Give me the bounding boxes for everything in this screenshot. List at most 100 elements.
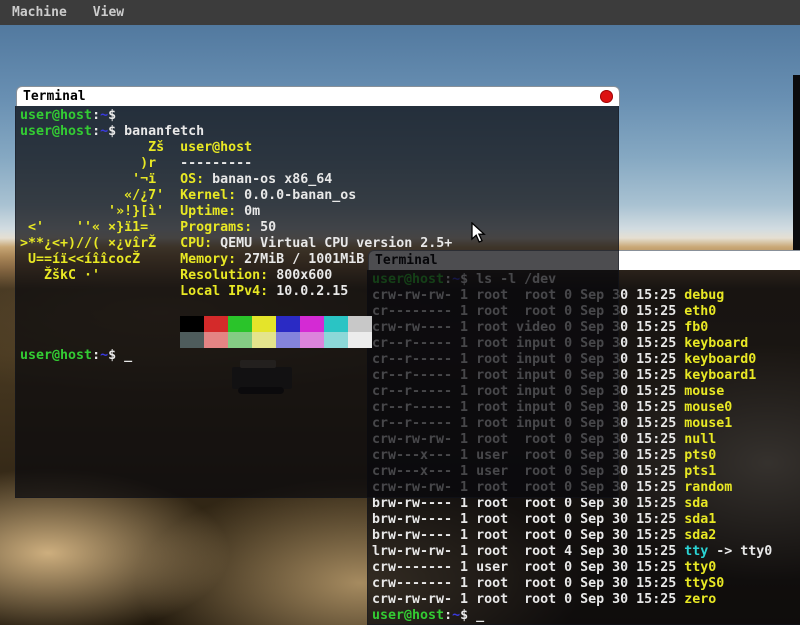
fetch-value: 50 [260, 220, 276, 235]
color-swatch [228, 316, 252, 332]
close-button[interactable] [600, 90, 613, 103]
color-swatch [228, 332, 252, 348]
blank-line [20, 300, 618, 316]
mouse-pointer-icon [471, 222, 487, 245]
color-swatch [324, 332, 348, 348]
prompt-user: user@host [372, 608, 444, 623]
device-name: ttyS0 [684, 576, 724, 591]
prompt-symbol: $ [108, 348, 124, 363]
device-attrs: brw-rw---- 1 root root 0 Sep 30 15:25 [372, 512, 684, 527]
fetch-label: Programs: [180, 220, 260, 235]
fetch-value: 0.0.0-banan_os [244, 188, 356, 203]
fetch-art: '¬ï [20, 172, 180, 187]
fetch-label: CPU: [180, 236, 220, 251]
color-swatch [324, 316, 348, 332]
fetch-art: )r [20, 156, 180, 171]
palette-row [20, 332, 618, 348]
fetch-art: >**¿<+)//( ×¿vîrŽ [20, 236, 180, 251]
fetch-line: <' ''« ×}ï1= Programs: 50 [20, 220, 618, 236]
device-name: random [684, 480, 732, 495]
fetch-art: «/¿7' [20, 188, 180, 203]
fetch-art: U==íï<<íîîcocŽ [20, 252, 180, 267]
fetch-line: ŽškC ·' Resolution: 800x600 [20, 268, 618, 284]
prompt-line: user@host:~$ [20, 108, 618, 124]
text-cursor: _ [476, 608, 484, 623]
fetch-line: «/¿7' Kernel: 0.0.0-banan_os [20, 188, 618, 204]
terminal-window-1[interactable]: Terminal user@host:~$ user@host:~$ banan… [16, 86, 620, 498]
prompt-user: user@host [20, 348, 92, 363]
prompt-path: ~ [100, 124, 108, 139]
device-row: brw-rw---- 1 root root 0 Sep 30 15:25 sd… [372, 528, 800, 544]
prompt-separator: : [92, 124, 100, 139]
device-name: mouse0 [684, 400, 732, 415]
palette-indent [20, 332, 180, 347]
command-text: bananfetch [124, 124, 204, 139]
command-line: user@host:~$ bananfetch [20, 124, 618, 140]
device-name: mouse [684, 384, 724, 399]
device-name: sda1 [684, 512, 716, 527]
terminal1-content[interactable]: user@host:~$ user@host:~$ bananfetch Zš … [15, 106, 619, 498]
color-swatch [204, 316, 228, 332]
menu-item-view[interactable]: View [93, 5, 124, 20]
color-swatch [252, 332, 276, 348]
device-name: debug [684, 288, 724, 303]
vm-screen: Machine View Terminal user@host:~$ ls -l… [0, 0, 800, 625]
color-swatch [180, 332, 204, 348]
fetch-art: '»!}[ì' [20, 204, 180, 219]
fetch-value: QEMU Virtual CPU version 2.5+ [220, 236, 452, 251]
device-attrs: crw------- 1 root root 0 Sep 30 15:25 [372, 576, 684, 591]
menu-item-machine[interactable]: Machine [12, 5, 67, 20]
fetch-line: '¬ï OS: banan-os x86_64 [20, 172, 618, 188]
device-row: brw-rw---- 1 root root 0 Sep 30 15:25 sd… [372, 512, 800, 528]
fetch-line: )r --------- [20, 156, 618, 172]
device-name: fb0 [684, 320, 708, 335]
fetch-label: Uptime: [180, 204, 244, 219]
fetch-line: Zš user@host [20, 140, 618, 156]
prompt-path: ~ [100, 108, 108, 123]
color-swatch [252, 316, 276, 332]
wallpaper-edge-strip [793, 75, 800, 255]
fetch-value: 0m [244, 204, 260, 219]
prompt-symbol: $ [460, 608, 476, 623]
device-name: sda [684, 496, 708, 511]
color-swatch [276, 316, 300, 332]
fetch-art [20, 284, 180, 299]
device-row: brw-rw---- 1 root root 0 Sep 30 15:25 sd… [372, 496, 800, 512]
prompt-separator: : [444, 608, 452, 623]
fetch-label: OS: [180, 172, 212, 187]
prompt-line: user@host:~$ _ [372, 608, 800, 624]
color-swatch [204, 332, 228, 348]
prompt-symbol: $ [108, 124, 124, 139]
device-attrs: crw------- 1 user root 0 Sep 30 15:25 [372, 560, 684, 575]
menu-bar: Machine View [0, 0, 800, 25]
prompt-line: user@host:~$ _ [20, 348, 618, 364]
device-name: pts0 [684, 448, 716, 463]
device-name: sda2 [684, 528, 716, 543]
device-name: eth0 [684, 304, 716, 319]
device-attrs: brw-rw---- 1 root root 0 Sep 30 15:25 [372, 496, 684, 511]
device-row: crw------- 1 root root 0 Sep 30 15:25 tt… [372, 576, 800, 592]
prompt-user: user@host [20, 108, 92, 123]
color-swatch [180, 316, 204, 332]
fetch-label: user@host [180, 140, 252, 155]
fetch-line: U==íï<<íîîcocŽ Memory: 27MiB / 1001MiB [20, 252, 618, 268]
fetch-value: banan-os x86_64 [212, 172, 332, 187]
fetch-art: <' ''« ×}ï1= [20, 220, 180, 235]
palette-row [20, 316, 618, 332]
fetch-value: 27MiB / 1001MiB [244, 252, 364, 267]
fetch-line: >**¿<+)//( ×¿vîrŽ CPU: QEMU Virtual CPU … [20, 236, 618, 252]
terminal1-titlebar[interactable]: Terminal [16, 86, 620, 106]
prompt-symbol: $ [108, 108, 124, 123]
device-name: pts1 [684, 464, 716, 479]
fetch-line: '»!}[ì' Uptime: 0m [20, 204, 618, 220]
device-name: keyboard0 [684, 352, 756, 367]
fetch-value: 10.0.2.15 [276, 284, 348, 299]
link-target: -> tty0 [708, 544, 772, 559]
prompt-path: ~ [452, 608, 460, 623]
fetch-value: --------- [180, 156, 252, 171]
device-name: null [684, 432, 716, 447]
device-row: crw-rw-rw- 1 root root 0 Sep 30 15:25 ze… [372, 592, 800, 608]
color-swatch [276, 332, 300, 348]
device-attrs: crw-rw-rw- 1 root root 0 Sep 30 15:25 [372, 592, 684, 607]
prompt-user: user@host [20, 124, 92, 139]
